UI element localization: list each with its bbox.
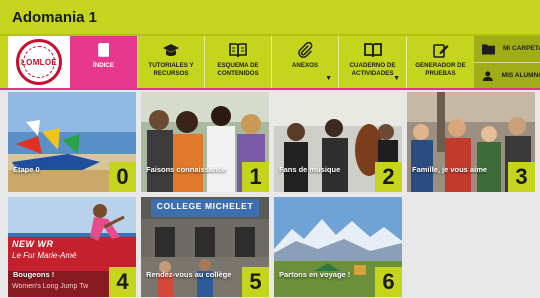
toolbar-tutorials-button[interactable]: Tutoriales y recursos	[137, 36, 204, 88]
edit-icon	[432, 44, 449, 58]
unit-6-number: 6	[375, 267, 402, 297]
toolbar-outline-button[interactable]: Esquema de contenidos	[204, 36, 271, 88]
user-icon	[482, 70, 493, 81]
unit-5-title: Rendez-vous au collège	[146, 270, 232, 279]
app-window: Adomania 1 LOMLOE Índice Tutoriales y re…	[0, 0, 540, 298]
toolbar-tutorials-label: Tutoriales y recursos	[148, 62, 194, 77]
unit-tile-4[interactable]: NEW WR Le Fur Marie-Amé Women's Long Jum…	[8, 197, 136, 297]
chevron-down-icon: ▼	[325, 75, 332, 82]
unit-0-number: 0	[109, 162, 136, 192]
toolbar-test-generator-label: Generador de pruebas	[415, 62, 466, 77]
unit-5-sign-top: COLLEGE MICHELET	[156, 201, 254, 211]
unit-tile-1[interactable]: Faisons connaissance 1	[141, 92, 269, 192]
my-folder-label: MI CARPETA	[502, 45, 540, 52]
unit-2-title: Fans de musique	[279, 165, 341, 174]
toolbar-annexes-button[interactable]: Anexos ▼	[271, 36, 338, 88]
unit-tile-0[interactable]: Étape 0 0	[8, 92, 136, 192]
my-students-label: MIS ALUMNOS	[501, 72, 540, 79]
unit-5-number: 5	[242, 267, 269, 297]
logo-text: LOMLOE	[20, 57, 58, 67]
toolbar-outline-label: Esquema de contenidos	[217, 62, 259, 77]
unit-tile-3[interactable]: Famille, je vous aime 3	[407, 92, 535, 192]
unit-4-sign-top: NEW WR	[12, 239, 54, 249]
unit-tile-6[interactable]: Partons en voyage ! 6	[274, 197, 402, 297]
unit-grid: Étape 0 0 Faisons connaissance 1 Fans de…	[0, 90, 540, 298]
unit-tile-5[interactable]: COLLEGE MICHELET Rendez-vous au collège …	[141, 197, 269, 297]
toolbar-workbook-button[interactable]: Cuaderno de actividades ▼	[338, 36, 406, 88]
unit-3-title: Famille, je vous aime	[412, 165, 488, 174]
side-panel: MI CARPETA MIS ALUMNOS	[474, 36, 540, 88]
unit-0-title: Étape 0	[13, 165, 40, 174]
paperclip-icon	[298, 42, 313, 58]
unit-6-title: Partons en voyage !	[279, 270, 351, 279]
unit-1-number: 1	[242, 162, 269, 192]
unit-4-number: 4	[109, 267, 136, 297]
unit-3-number: 3	[508, 162, 535, 192]
chevron-down-icon: ▼	[393, 75, 400, 82]
notebook-icon	[363, 43, 382, 58]
my-students-button[interactable]: MIS ALUMNOS	[474, 63, 540, 88]
unit-4-sign-mid: Le Fur Marie-Amé	[12, 251, 77, 260]
open-book-icon	[229, 43, 247, 58]
title-bar: Adomania 1	[0, 0, 540, 36]
app-title: Adomania 1	[12, 9, 98, 26]
toolbar-index-button[interactable]: Índice	[70, 36, 137, 88]
unit-4-title: Bougeons !	[13, 270, 55, 279]
toolbar-index-label: Índice	[93, 62, 114, 69]
logo-container: LOMLOE	[8, 36, 70, 88]
unit-2-number: 2	[375, 162, 402, 192]
unit-tile-2[interactable]: Fans de musique 2	[274, 92, 402, 192]
my-folder-button[interactable]: MI CARPETA	[474, 36, 540, 61]
lomloe-logo: LOMLOE	[16, 39, 62, 85]
unit-1-title: Faisons connaissance	[146, 165, 227, 174]
graduation-cap-icon	[163, 44, 179, 56]
main-toolbar: LOMLOE Índice Tutoriales y recursos	[0, 36, 540, 90]
folder-icon	[482, 43, 495, 55]
toolbar-test-generator-button[interactable]: Generador de pruebas	[406, 36, 474, 88]
book-icon	[97, 43, 109, 57]
unit-4-sign-bottom: Women's Long Jump Tw	[12, 283, 89, 290]
toolbar-annexes-label: Anexos	[291, 62, 319, 69]
